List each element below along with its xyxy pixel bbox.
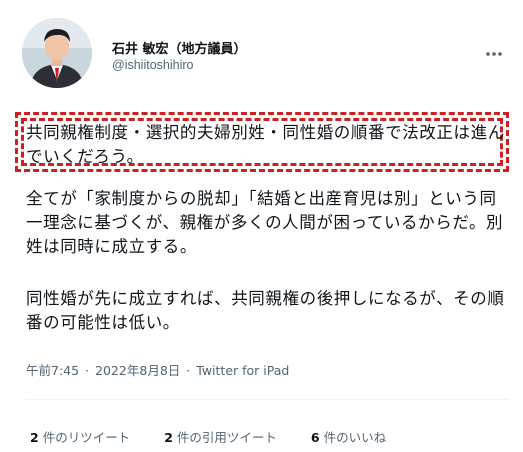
tweet-paragraph-1: 全てが「家制度からの脱却」「結婚と出産育児は別」という同一理念に基づくが、親権が…	[26, 189, 504, 256]
author-handle[interactable]: @ishiitoshihiro	[112, 58, 193, 72]
likes-count: 6	[310, 430, 320, 445]
tweet-paragraph-2: 同性婚が先に成立すれば、共同親権の後押しになるが、その順番の可能性は低い。	[26, 289, 505, 332]
retweets-stat[interactable]: 2 件のリツイート	[30, 427, 130, 446]
likes-label: 件のいいね	[323, 430, 387, 445]
author-display-name[interactable]: 石井 敏宏（地方議員）	[112, 38, 247, 57]
person-avatar-icon	[22, 18, 92, 88]
retweets-label: 件のリツイート	[42, 430, 131, 445]
tweet-highlighted-text: 共同親権制度・選択的夫婦別姓・同性婚の順番で法改正は進んでいくだろう。	[26, 123, 505, 166]
avatar[interactable]	[22, 18, 92, 88]
meta-separator: ·	[186, 363, 191, 378]
tweet-metadata: 午前7:45 · 2022年8月8日 · Twitter for iPad	[26, 360, 289, 379]
likes-stat[interactable]: 6 件のいいね	[311, 427, 386, 446]
more-options-button[interactable]	[484, 44, 504, 56]
quote-tweets-label: 件の引用ツイート	[176, 430, 277, 445]
tweet-time[interactable]: 午前7:45	[26, 363, 79, 378]
more-dots-icon	[486, 52, 502, 56]
tweet-date[interactable]: 2022年8月8日	[95, 363, 180, 378]
meta-separator: ·	[85, 363, 90, 378]
engagement-stats: 2 件のリツイート 2 件の引用ツイート 6 件のいいね	[30, 427, 416, 446]
tweet-source-link[interactable]: Twitter for iPad	[196, 363, 289, 378]
retweets-count: 2	[30, 430, 39, 445]
quote-tweets-stat[interactable]: 2 件の引用ツイート	[164, 427, 277, 446]
quote-tweets-count: 2	[164, 430, 173, 445]
divider	[26, 399, 508, 400]
